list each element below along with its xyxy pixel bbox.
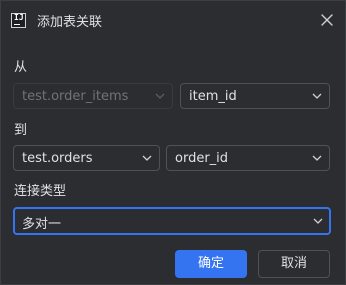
to-table-select[interactable]: test.orders	[13, 145, 160, 171]
chevron-down-icon	[142, 155, 152, 161]
to-column-value: order_id	[175, 151, 229, 166]
from-table-select: test.order_items	[13, 83, 173, 109]
from-column-select[interactable]: item_id	[180, 83, 330, 109]
chevron-down-icon	[312, 155, 322, 161]
from-table-value: test.order_items	[22, 89, 129, 104]
join-type-label: 连接类型	[14, 184, 67, 199]
add-table-relation-dialog: IJ 添加表关联 从 test.order_items item_id 到 te…	[0, 0, 346, 285]
title-bar: IJ 添加表关联	[1, 1, 345, 39]
join-type-select[interactable]: 多对一	[13, 207, 331, 235]
app-icon-text: IJ	[14, 13, 24, 22]
ok-button[interactable]: 确定	[175, 250, 247, 278]
dialog-title: 添加表关联	[37, 15, 103, 30]
join-type-value: 多对一	[22, 217, 62, 232]
from-label: 从	[14, 60, 28, 75]
chevron-down-icon	[155, 93, 165, 99]
intellij-app-icon: IJ	[11, 13, 26, 28]
from-column-value: item_id	[189, 89, 237, 104]
chevron-down-icon	[313, 218, 323, 224]
close-icon[interactable]	[317, 10, 337, 30]
to-table-value: test.orders	[22, 151, 93, 166]
cancel-button[interactable]: 取消	[258, 250, 330, 278]
to-label: 到	[14, 123, 28, 138]
chevron-down-icon	[312, 93, 322, 99]
to-column-select[interactable]: order_id	[166, 145, 330, 171]
